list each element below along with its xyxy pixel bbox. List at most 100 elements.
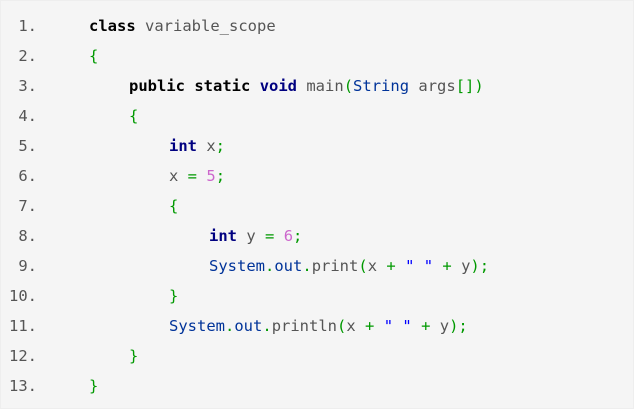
code-token: args xyxy=(409,77,456,95)
code-token: + xyxy=(386,257,396,275)
code-token: y xyxy=(237,227,265,245)
code-line: 3. public static void main(String args[]) xyxy=(1,75,634,97)
code-token: int xyxy=(169,137,197,155)
code-line: 5. int x; xyxy=(1,135,634,157)
line-number: 9. xyxy=(18,257,37,275)
code-token: " " xyxy=(405,257,434,275)
code-line: 6. x = 5; xyxy=(1,165,634,187)
line-number: 4. xyxy=(18,107,37,125)
code-token: ; xyxy=(215,137,226,155)
code-token: + xyxy=(421,317,431,335)
code-token: ); xyxy=(470,257,490,275)
code-token: class xyxy=(89,17,136,35)
code-token: public xyxy=(129,77,185,95)
line-content: class variable_scope xyxy=(89,15,276,37)
code-token: println xyxy=(271,317,338,335)
code-token: { xyxy=(89,47,99,65)
code-token: System xyxy=(169,317,225,335)
code-token: ( xyxy=(337,317,347,335)
line-content: System.out.print(x + " " + y); xyxy=(209,255,489,277)
code-token: variable_scope xyxy=(135,17,276,35)
line-content: } xyxy=(169,285,178,307)
line-number: 5. xyxy=(18,137,37,155)
code-token: " " xyxy=(383,317,412,335)
line-number: 3. xyxy=(18,77,37,95)
code-token: static xyxy=(194,77,251,95)
code-token: String xyxy=(353,77,410,95)
line-content: { xyxy=(129,105,138,127)
code-line: 8. int y = 6; xyxy=(1,225,634,247)
code-token: x xyxy=(197,137,216,155)
line-number: 13. xyxy=(9,377,37,395)
code-token: System xyxy=(209,257,265,275)
code-line: 4. { xyxy=(1,105,634,127)
line-content: x = 5; xyxy=(169,165,225,187)
code-token: } xyxy=(129,347,139,365)
code-line: 10.} xyxy=(1,285,634,307)
code-token: } xyxy=(169,287,179,305)
code-line: 11. System.out.println(x + " " + y); xyxy=(1,315,634,337)
code-token: out xyxy=(234,317,263,335)
code-token: . xyxy=(225,317,235,335)
code-token: x xyxy=(169,167,188,185)
code-line: 13.} xyxy=(1,375,634,397)
code-line: 12.} xyxy=(1,345,634,367)
code-token: { xyxy=(129,107,139,125)
line-content: { xyxy=(89,45,98,67)
line-number: 1. xyxy=(18,17,37,35)
code-token: x xyxy=(367,257,387,275)
code-token: + xyxy=(365,317,375,335)
code-line: 1. class variable_scope xyxy=(1,15,634,37)
code-line: 9. System.out.print(x + " " + y); xyxy=(1,255,634,277)
code-token: ; xyxy=(293,227,303,245)
code-token: } xyxy=(89,377,99,395)
line-number: 11. xyxy=(9,317,37,335)
line-number: 8. xyxy=(18,227,37,245)
line-content: int x; xyxy=(169,135,225,157)
code-token: . xyxy=(302,257,312,275)
code-token: main xyxy=(297,77,344,95)
code-token: { xyxy=(169,197,179,215)
code-token: . xyxy=(262,317,272,335)
code-token: = xyxy=(187,167,198,185)
line-number: 7. xyxy=(18,197,37,215)
code-token: . xyxy=(265,257,275,275)
code-token: y xyxy=(451,257,471,275)
code-line: 2. { xyxy=(1,45,634,67)
line-content: System.out.println(x + " " + y); xyxy=(169,315,468,337)
code-token: y xyxy=(430,317,450,335)
line-content: } xyxy=(129,345,138,367)
code-token: ( xyxy=(358,257,368,275)
code-line: 7. { xyxy=(1,195,634,217)
code-token: out xyxy=(274,257,303,275)
line-number: 2. xyxy=(18,47,37,65)
code-token: ; xyxy=(215,167,226,185)
code-token: []) xyxy=(455,77,484,95)
code-token: + xyxy=(442,257,452,275)
code-token: = xyxy=(265,227,275,245)
line-content: public static void main(String args[]) xyxy=(129,75,484,97)
code-block: 1. class variable_scope 2. {3. public static… xyxy=(0,0,634,409)
code-token: 6 xyxy=(283,227,294,245)
code-token: ); xyxy=(449,317,468,335)
line-number: 6. xyxy=(18,167,37,185)
code-token: int xyxy=(209,227,237,245)
line-content: } xyxy=(89,375,98,397)
line-content: int y = 6; xyxy=(209,225,302,247)
code-token: void xyxy=(259,77,298,95)
code-token: 5 xyxy=(206,167,216,185)
line-number: 12. xyxy=(9,347,37,365)
code-token: print xyxy=(311,257,359,275)
line-number: 10. xyxy=(9,287,37,305)
code-token: ( xyxy=(343,77,354,95)
code-token: x xyxy=(346,317,366,335)
line-content: { xyxy=(169,195,178,217)
